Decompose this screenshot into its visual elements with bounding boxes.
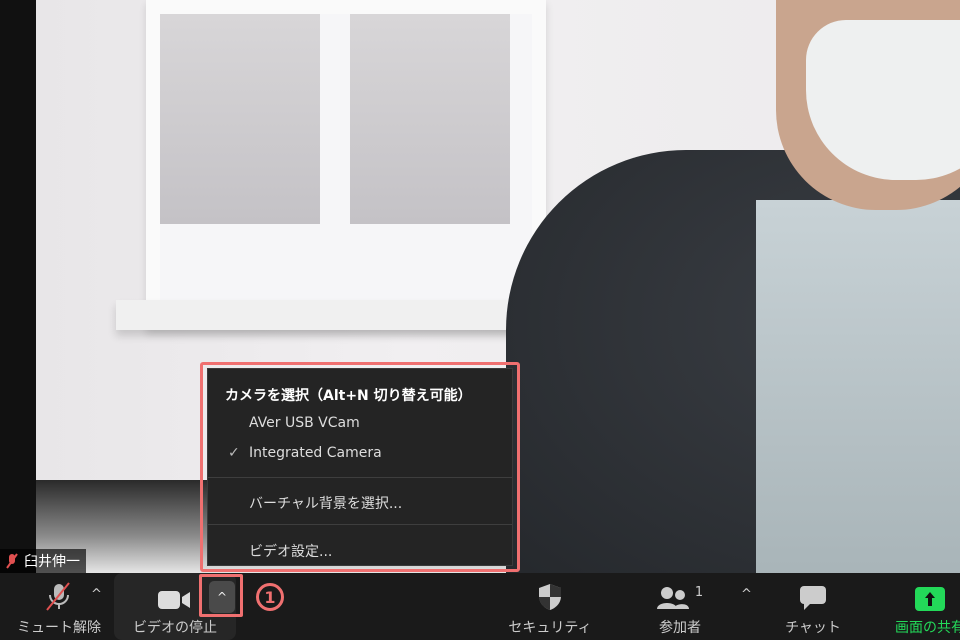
video-camera-icon: [158, 591, 190, 609]
participant-name: 臼井伸一: [24, 554, 80, 570]
share-arrow-icon: [915, 587, 945, 611]
check-icon: ✓: [228, 445, 240, 461]
window-background: [146, 0, 546, 330]
muted-mic-icon: [46, 582, 70, 611]
shield-icon: [539, 584, 561, 610]
muted-mic-icon: [6, 553, 18, 569]
camera-menu-header: カメラを選択（Alt+N 切り替え可能）: [225, 388, 472, 404]
security-label: セキュリティ: [508, 620, 592, 636]
participants-icon: [656, 587, 689, 609]
participants-button[interactable]: 1 参加者: [640, 573, 720, 640]
chat-button[interactable]: チャット: [775, 573, 851, 640]
participants-options-caret[interactable]: ^: [741, 587, 752, 602]
video-settings-option[interactable]: ビデオ設定...: [249, 541, 332, 561]
unmute-button[interactable]: ミュート解除: [14, 573, 104, 640]
unmute-label: ミュート解除: [17, 620, 101, 636]
camera-option-integrated[interactable]: Integrated Camera: [249, 445, 382, 461]
share-screen-label: 画面の共有: [895, 620, 960, 636]
participants-count: 1: [694, 585, 704, 600]
chat-bubble-icon: [800, 586, 826, 610]
divider: [208, 477, 512, 478]
audio-options-caret[interactable]: ^: [91, 587, 102, 602]
participants-label: 参加者: [659, 620, 701, 636]
camera-option-aver[interactable]: AVer USB VCam: [249, 415, 360, 431]
virtual-background-option[interactable]: バーチャル背景を選択...: [249, 493, 402, 513]
camera-menu: カメラを選択（Alt+N 切り替え可能） AVer USB VCam ✓ Int…: [207, 368, 513, 566]
annotation-number: 1: [256, 583, 284, 611]
left-edge: [0, 0, 36, 573]
chat-label: チャット: [785, 620, 841, 636]
stop-video-label: ビデオの停止: [133, 620, 217, 636]
participant-name-tag: 臼井伸一: [0, 549, 86, 573]
caret-highlight-box: [199, 574, 243, 617]
share-screen-button[interactable]: 画面の共有: [880, 573, 960, 640]
divider: [208, 524, 512, 525]
security-button[interactable]: セキュリティ: [505, 573, 595, 640]
